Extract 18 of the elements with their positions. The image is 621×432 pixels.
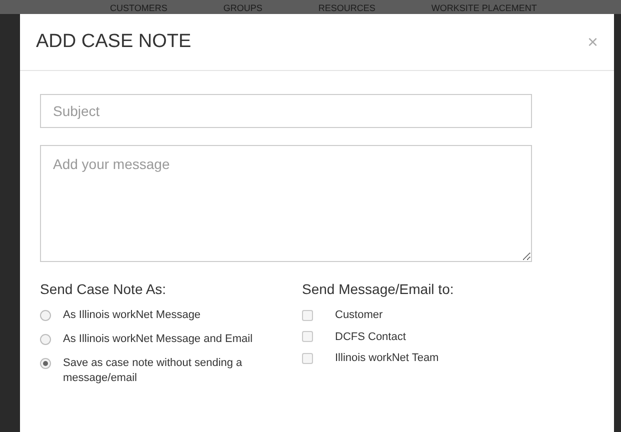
radio-label: As Illinois workNet Message and Email xyxy=(63,332,253,347)
checkbox[interactable] xyxy=(302,352,313,364)
radio-label: Save as case note without sending a message/email xyxy=(63,356,244,386)
radio-label: As Illinois workNet Message xyxy=(63,308,201,323)
checkbox[interactable] xyxy=(302,310,313,321)
message-field[interactable]: Add your message xyxy=(40,145,532,262)
checkbox[interactable] xyxy=(302,331,313,342)
dialog-title: ADD CASE NOTE xyxy=(36,30,192,54)
subject-field[interactable]: Subject xyxy=(40,94,532,128)
radio-button[interactable] xyxy=(40,358,51,369)
checkbox-label: DCFS Contact xyxy=(335,330,406,344)
checkbox-label: Illinois workNet Team xyxy=(335,351,439,366)
close-button[interactable]: × xyxy=(587,33,598,51)
section-heading: Send Case Note As: xyxy=(40,280,168,299)
section-heading: Send Message/Email to: xyxy=(302,280,454,299)
radio-button[interactable] xyxy=(40,334,51,345)
checkbox-label: Customer xyxy=(335,308,383,323)
radio-button[interactable] xyxy=(40,310,51,321)
